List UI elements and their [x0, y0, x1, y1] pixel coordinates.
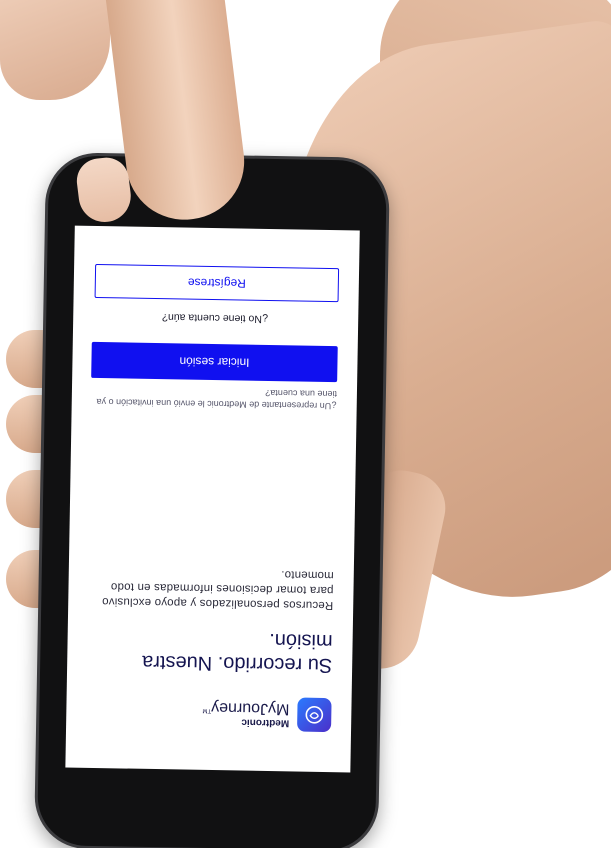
signin-button[interactable]: Iniciar sesión — [91, 341, 338, 383]
phone-screen: Medtronic MyJourneyTM Su recorrido. Nues… — [65, 225, 360, 773]
hero-title: Su recorrido. Nuestra misión. — [141, 629, 333, 677]
photo-stage: Medtronic MyJourneyTM Su recorrido. Nues… — [0, 0, 611, 848]
invite-prompt: ¿Un representante de Medtronic le envió … — [96, 387, 338, 412]
brand-header: Medtronic MyJourneyTM — [202, 696, 332, 733]
brand-text: Medtronic MyJourneyTM — [202, 699, 290, 729]
left-hand-knuckles — [0, 0, 110, 100]
trademark: TM — [202, 707, 212, 714]
screen-content: Medtronic MyJourneyTM Su recorrido. Nues… — [65, 226, 359, 773]
register-button[interactable]: Regístrese — [94, 263, 340, 303]
hero-description: Recursos personalizados y apoyo exclusiv… — [101, 568, 334, 612]
product-name: MyJourneyTM — [202, 699, 290, 718]
brain-heart-app-icon — [297, 697, 332, 733]
smartphone: Medtronic MyJourneyTM Su recorrido. Nues… — [33, 152, 391, 848]
company-name: Medtronic — [241, 716, 290, 729]
no-account-prompt: ¿No tiene cuenta aún? — [162, 311, 269, 325]
